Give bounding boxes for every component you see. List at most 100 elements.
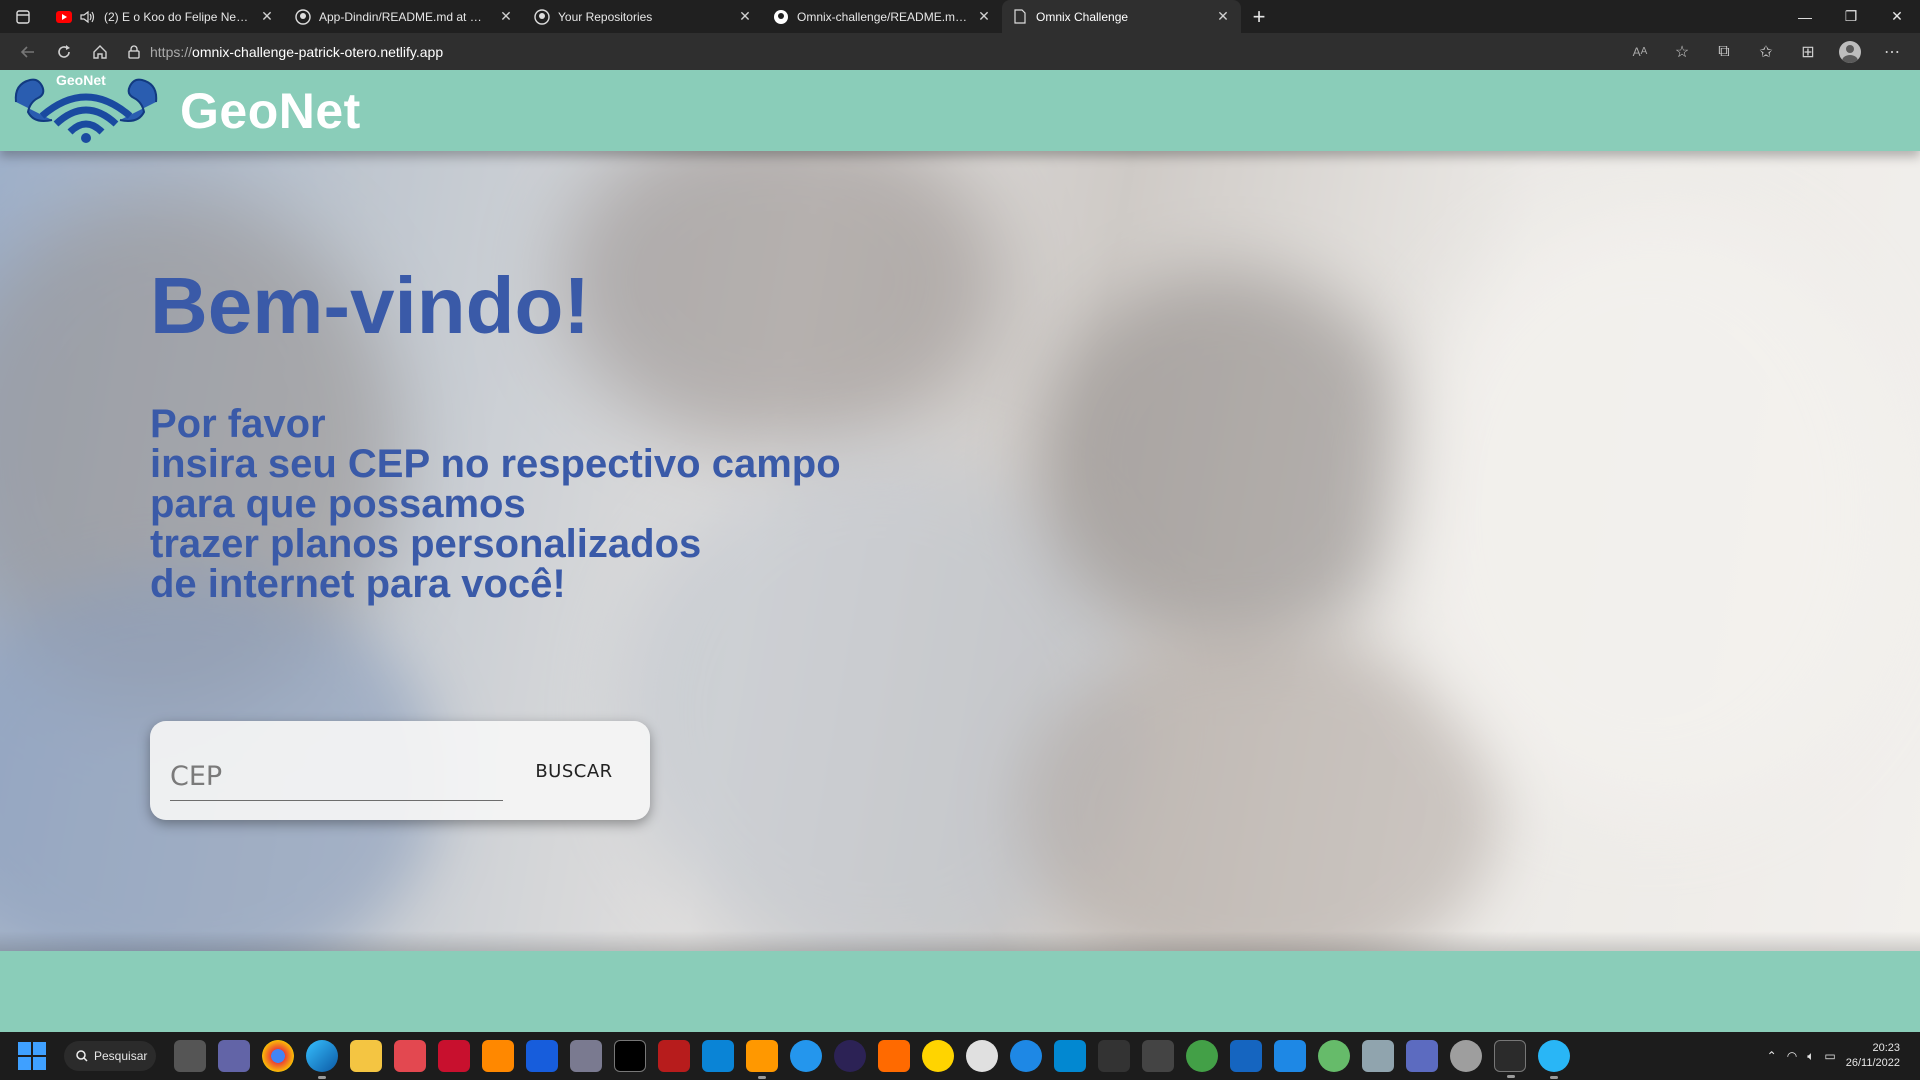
windows-start-button[interactable] bbox=[18, 1042, 46, 1070]
docker-icon[interactable] bbox=[790, 1040, 822, 1072]
app-icon[interactable] bbox=[1362, 1040, 1394, 1072]
more-menu-icon[interactable]: ⋯ bbox=[1874, 37, 1910, 67]
home-button[interactable] bbox=[82, 37, 118, 67]
devcpp-icon[interactable] bbox=[658, 1040, 690, 1072]
chrome-icon[interactable] bbox=[262, 1040, 294, 1072]
tab-youtube[interactable]: (2) E o Koo do Felipe Neto? ✕ bbox=[46, 0, 285, 33]
new-tab-button[interactable]: + bbox=[1241, 0, 1277, 33]
bitwarden-icon[interactable] bbox=[526, 1040, 558, 1072]
clock[interactable]: 20:23 26/11/2022 bbox=[1846, 1041, 1900, 1071]
close-tab-icon[interactable]: ✕ bbox=[737, 8, 753, 25]
acrobat-icon[interactable] bbox=[438, 1040, 470, 1072]
close-tab-icon[interactable]: ✕ bbox=[976, 8, 992, 25]
app-icon[interactable] bbox=[1450, 1040, 1482, 1072]
lock-icon[interactable] bbox=[128, 44, 140, 59]
task-view-icon[interactable] bbox=[174, 1040, 206, 1072]
add-favorite-icon[interactable]: ☆ bbox=[1664, 37, 1700, 67]
close-window-icon[interactable]: ✕ bbox=[1874, 0, 1920, 33]
app-icon[interactable] bbox=[966, 1040, 998, 1072]
vlc-icon[interactable] bbox=[482, 1040, 514, 1072]
reload-button[interactable] bbox=[46, 37, 82, 67]
search-icon bbox=[76, 1050, 88, 1062]
github-icon bbox=[534, 8, 550, 25]
read-aloud-icon[interactable]: AA bbox=[1622, 37, 1658, 67]
url-scheme: https:// bbox=[150, 43, 193, 60]
tab-omnix-challenge[interactable]: Omnix Challenge ✕ bbox=[1002, 0, 1241, 33]
tab-actions-icon bbox=[16, 9, 30, 24]
app-icon[interactable] bbox=[1274, 1040, 1306, 1072]
app-icon[interactable] bbox=[1538, 1040, 1570, 1079]
toolbar-right-tools: AA ☆ ⧉ ✩ ⊞ ⋯ bbox=[1622, 37, 1910, 67]
terminal-icon[interactable] bbox=[614, 1040, 646, 1072]
app-icon[interactable] bbox=[1010, 1040, 1042, 1072]
creative-cloud-icon[interactable] bbox=[394, 1040, 426, 1072]
collections-icon[interactable]: ⊞ bbox=[1790, 37, 1826, 67]
clock-date: 26/11/2022 bbox=[1845, 1057, 1900, 1069]
back-arrow-icon bbox=[20, 45, 34, 58]
file-explorer-icon[interactable] bbox=[350, 1040, 382, 1072]
web-page: GeoNet GeoNet Bem-vindo! Por favor insir… bbox=[0, 70, 1920, 1032]
address-bar[interactable]: https://omnix-challenge-patrick-otero.ne… bbox=[118, 37, 1622, 67]
extensions-icon[interactable]: ⧉ bbox=[1706, 37, 1742, 67]
app-icon[interactable] bbox=[1406, 1040, 1438, 1072]
wifi-icon[interactable]: ◠ bbox=[1787, 1049, 1797, 1063]
back-button[interactable] bbox=[10, 37, 46, 67]
profile-button[interactable] bbox=[1832, 37, 1868, 67]
github-icon bbox=[295, 8, 311, 25]
url-host: omnix-challenge-patrick-otero.netlify.ap… bbox=[192, 43, 444, 60]
speaker-icon[interactable] bbox=[80, 9, 96, 25]
github-icon bbox=[773, 9, 789, 25]
system-tray: ⌃ ◠ 🔈︎ ▭ 20:23 26/11/2022 bbox=[1767, 1041, 1920, 1071]
app-icon[interactable] bbox=[1318, 1040, 1350, 1072]
app-icon[interactable] bbox=[1142, 1040, 1174, 1072]
geonet-logo[interactable]: GeoNet bbox=[12, 72, 160, 144]
tab-omnix-readme[interactable]: Omnix-challenge/README.md at ✕ bbox=[763, 0, 1002, 33]
app-icon[interactable] bbox=[1230, 1040, 1262, 1072]
close-tab-icon[interactable]: ✕ bbox=[1215, 8, 1231, 25]
eclipse-icon[interactable] bbox=[834, 1040, 866, 1072]
tab-title: Omnix Challenge bbox=[1036, 9, 1129, 24]
close-tab-icon[interactable]: ✕ bbox=[259, 8, 275, 25]
teams-chat-icon[interactable] bbox=[218, 1040, 250, 1072]
terminal-icon[interactable] bbox=[1494, 1040, 1526, 1078]
battery-icon[interactable]: ▭ bbox=[1824, 1049, 1835, 1063]
brand-name: GeoNet bbox=[180, 83, 361, 139]
tab-your-repositories[interactable]: Your Repositories ✕ bbox=[524, 0, 763, 33]
home-icon bbox=[93, 44, 107, 59]
close-tab-icon[interactable]: ✕ bbox=[498, 8, 514, 25]
cep-input[interactable] bbox=[170, 749, 503, 801]
footer-band bbox=[0, 951, 1920, 1032]
taskbar-search[interactable]: Pesquisar bbox=[64, 1041, 156, 1071]
buscar-button[interactable]: BUSCAR bbox=[514, 753, 634, 789]
tab-app-dindin[interactable]: App-Dindin/README.md at main ✕ bbox=[285, 0, 524, 33]
app-icon[interactable] bbox=[570, 1040, 602, 1072]
tab-title: Omnix-challenge/README.md at bbox=[797, 9, 968, 24]
hero-description: Por favor insira seu CEP no respectivo c… bbox=[150, 404, 841, 604]
tab-actions-button[interactable] bbox=[0, 0, 46, 33]
edge-icon[interactable] bbox=[306, 1040, 338, 1079]
reload-icon bbox=[58, 44, 70, 58]
avatar bbox=[1839, 40, 1861, 63]
chevron-up-icon[interactable]: ⌃ bbox=[1767, 1049, 1777, 1063]
cep-search-card: BUSCAR bbox=[150, 721, 650, 820]
site-header: GeoNet GeoNet bbox=[0, 70, 1920, 151]
favorites-icon[interactable]: ✩ bbox=[1748, 37, 1784, 67]
hero-line: Por favor bbox=[150, 402, 326, 446]
hero-line: trazer planos personalizados bbox=[150, 522, 702, 566]
youtube-icon bbox=[56, 9, 72, 25]
app-icon[interactable] bbox=[1054, 1040, 1086, 1072]
app-icon[interactable] bbox=[922, 1040, 954, 1072]
sublime-icon[interactable] bbox=[746, 1040, 778, 1079]
minimize-icon[interactable]: — bbox=[1782, 0, 1828, 33]
hero-line: para que possamos bbox=[150, 482, 526, 526]
restore-icon[interactable]: ❐ bbox=[1828, 0, 1874, 33]
app-icon[interactable] bbox=[1186, 1040, 1218, 1072]
hero-line: de internet para você! bbox=[150, 562, 566, 606]
volume-icon[interactable]: 🔈︎ bbox=[1807, 1049, 1814, 1064]
tab-title: Your Repositories bbox=[558, 9, 653, 24]
logo-text: GeoNet bbox=[56, 72, 106, 88]
app-icon[interactable] bbox=[1098, 1040, 1130, 1072]
app-icon[interactable] bbox=[878, 1040, 910, 1072]
vscode-icon[interactable] bbox=[702, 1040, 734, 1072]
page-icon bbox=[1012, 9, 1028, 25]
